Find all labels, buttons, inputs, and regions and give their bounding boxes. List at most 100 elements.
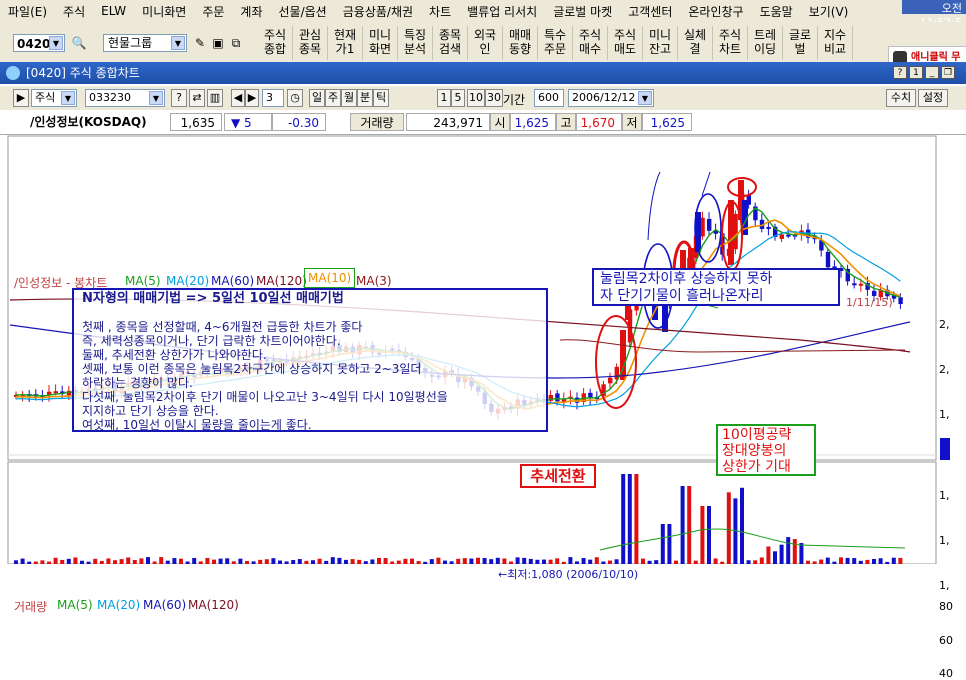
volume-bar [132,560,137,564]
volume-bar [278,560,282,564]
period-button[interactable]: 일 [309,89,325,107]
count-spinner[interactable]: 3 [262,89,284,107]
low-label: 저 [622,113,642,131]
app-icon [6,66,20,80]
period-label: 기간 [503,93,526,107]
stock-code-field[interactable]: 033230 ▼ [85,89,165,107]
low-marker: ←최저:1,080 (2006/10/10) [498,568,639,581]
volume-bar [634,474,639,564]
chevron-down-icon[interactable]: ▼ [61,91,75,105]
menu-item[interactable]: 계좌 [232,3,270,20]
toolbar-button[interactable]: 주식 매도 [608,26,643,60]
interval-button[interactable]: 5 [451,89,465,107]
interval-button[interactable]: 1 [437,89,451,107]
volume-bar [819,559,824,564]
toolbar-button[interactable]: 글로 벌 [783,26,818,60]
volume-bar [119,559,124,564]
minimize-icon[interactable]: _ [925,66,939,79]
volume-bar [839,557,843,564]
date-field[interactable]: 2006/12/12 ▼ [568,89,654,107]
bar-icon[interactable]: ▥ [207,89,223,107]
period-button[interactable]: 월 [341,89,357,107]
toolbar-button[interactable]: 지수 비교 [818,26,853,60]
menu-item[interactable]: 글로벌 마켓 [545,3,620,20]
toolbar-button[interactable]: 미니 잔고 [643,26,678,60]
group-combo[interactable]: 현물그룹 ▼ [103,34,187,52]
menu-item[interactable]: 차트 [421,3,459,20]
toolbar-button[interactable]: 종목 검색 [433,26,468,60]
menu-item[interactable]: 도움말 [752,3,801,20]
chevron-down-icon[interactable]: ▼ [149,91,163,105]
prev-icon[interactable]: ◀ [231,89,245,107]
menu-item[interactable]: 온라인창구 [680,3,751,20]
volume-bar [680,486,685,564]
volume-bar [139,558,144,564]
menu-item[interactable]: 고객센터 [620,3,680,20]
menu-item[interactable]: 밸류업 리서치 [459,3,545,20]
value-button[interactable]: 수치 [886,89,916,107]
volume-bar [212,559,216,564]
screen-code-combo[interactable]: 0420 ▼ [13,34,65,52]
menu-item[interactable]: 선물/옵션 [271,3,335,20]
market-select[interactable]: 주식 ▼ [31,89,77,107]
volume-bar [443,560,447,564]
clock-icon[interactable]: ◷ [287,89,303,107]
chevron-down-icon[interactable]: ▼ [638,91,652,105]
volume-bar [40,560,45,564]
toolbar-button[interactable]: 미니 화면 [363,26,398,60]
volume-bar [614,559,619,564]
volume-bar [740,487,744,564]
period-button[interactable]: 분 [357,89,373,107]
toolbar-button[interactable]: 특징 분석 [398,26,433,60]
toolbar-button[interactable]: 현재 가1 [328,26,363,60]
volume-bar [291,560,296,564]
volume-bar [396,560,401,564]
toolbar-button[interactable]: 외국 인 [468,26,503,60]
chart-area[interactable]: /인성정보 - 봉차트 MA(5) MA(20) MA(60) MA(120) … [0,134,966,680]
volume-bar [786,537,791,564]
link-icon[interactable]: ⇄ [189,89,205,107]
pin-icon[interactable]: 1 [909,66,923,79]
toolbar-button[interactable]: 주식 매수 [573,26,608,60]
chevron-down-icon[interactable]: ▼ [171,36,185,50]
help-icon[interactable]: ? [893,66,907,79]
toolbar-button[interactable]: 주식 종합 [258,26,293,60]
menu-item[interactable]: 금융상품/채권 [335,3,421,20]
menu-item[interactable]: 파일(E) [0,3,55,20]
volume-bar [14,560,18,564]
menu-item[interactable]: 미니화면 [134,3,194,20]
volume-bar [542,559,546,564]
toolbar-button[interactable]: 주식 차트 [713,26,748,60]
menu-item[interactable]: 주문 [194,3,232,20]
toolbar-button[interactable]: 매매 동향 [503,26,538,60]
menu-item[interactable]: 주식 [55,3,93,20]
play-icon[interactable]: ▶ [13,89,29,107]
chevron-down-icon[interactable]: ▼ [49,36,63,50]
interval-button[interactable]: 10 [467,89,485,107]
settings-button[interactable]: 설정 [918,89,948,107]
menu-item[interactable]: ELW [93,4,134,18]
volume-bar [674,560,678,564]
toolbar-button[interactable]: 특수 주문 [538,26,573,60]
tile-icon[interactable]: ⧉ [228,35,244,51]
window-icon[interactable]: ▣ [210,35,226,51]
toolbar-button[interactable]: 실체 결 [678,26,713,60]
help-icon[interactable]: ? [171,89,187,107]
next-icon[interactable]: ▶ [245,89,259,107]
toolbar-button[interactable]: 관심 종목 [293,26,328,60]
restore-icon[interactable]: ❐ [941,66,955,79]
pencil-icon[interactable]: ✎ [192,35,208,51]
volume-bar [792,539,797,564]
interval-button[interactable]: 30 [485,89,503,107]
period-button[interactable]: 틱 [373,89,389,107]
count-field[interactable]: 600 [534,89,564,107]
menu-item[interactable]: 보기(V) [801,3,857,20]
candle-body [728,200,734,265]
volume-bar [753,560,758,564]
period-button[interactable]: 주 [325,89,341,107]
toolbar-button[interactable]: 트레 이딩 [748,26,783,60]
volume-bar [687,486,692,564]
search-icon[interactable]: 🔍 [71,35,87,51]
pct-value: -0.30 [272,113,326,131]
note-line: 첫째 , 종목을 선정할때, 4~6개월전 급등한 차트가 좋다 [82,320,363,334]
